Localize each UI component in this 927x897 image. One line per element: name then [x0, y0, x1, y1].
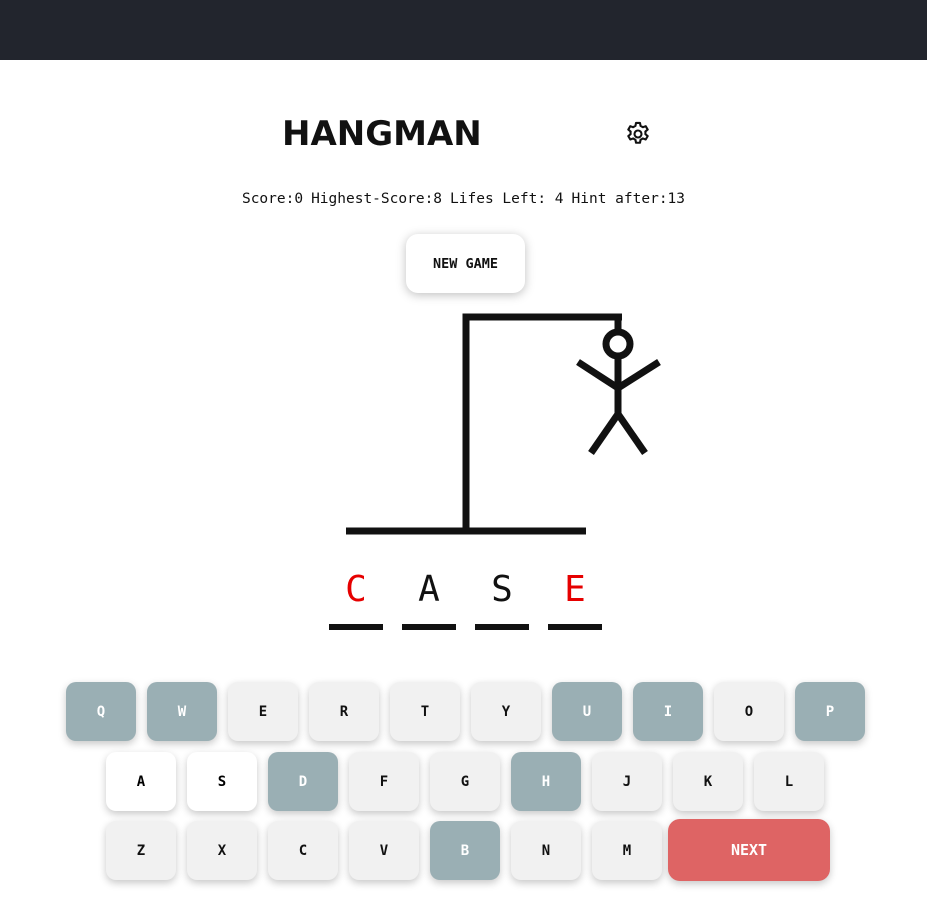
key-h[interactable]: H: [511, 752, 581, 811]
hangman-left-leg: [588, 412, 621, 455]
key-w[interactable]: W: [147, 682, 217, 741]
key-r[interactable]: R: [309, 682, 379, 741]
word-letter: A: [418, 569, 440, 610]
letter-underline: [402, 624, 456, 630]
key-a[interactable]: A: [106, 752, 176, 811]
key-i[interactable]: I: [633, 682, 703, 741]
letter-underline: [329, 624, 383, 630]
key-l[interactable]: L: [754, 752, 824, 811]
key-m[interactable]: M: [592, 821, 662, 880]
key-g[interactable]: G: [430, 752, 500, 811]
letter-underline: [475, 624, 529, 630]
key-v[interactable]: V: [349, 821, 419, 880]
key-k[interactable]: K: [673, 752, 743, 811]
key-u[interactable]: U: [552, 682, 622, 741]
key-x[interactable]: X: [187, 821, 257, 880]
key-d[interactable]: D: [268, 752, 338, 811]
key-n[interactable]: N: [511, 821, 581, 880]
next-button[interactable]: NEXT: [668, 819, 830, 881]
key-s[interactable]: S: [187, 752, 257, 811]
key-q[interactable]: Q: [66, 682, 136, 741]
word-letter: S: [491, 569, 513, 610]
key-b[interactable]: B: [430, 821, 500, 880]
key-t[interactable]: T: [390, 682, 460, 741]
word-letter: C: [345, 569, 367, 610]
key-e[interactable]: E: [228, 682, 298, 741]
hangman-left-arm: [576, 359, 620, 391]
hangman-head: [602, 328, 634, 360]
word-letter: E: [564, 569, 586, 610]
hangman-right-leg: [615, 412, 648, 455]
key-z[interactable]: Z: [106, 821, 176, 880]
key-c[interactable]: C: [268, 821, 338, 880]
key-j[interactable]: J: [592, 752, 662, 811]
key-p[interactable]: P: [795, 682, 865, 741]
letter-underline: [548, 624, 602, 630]
key-f[interactable]: F: [349, 752, 419, 811]
key-y[interactable]: Y: [471, 682, 541, 741]
key-o[interactable]: O: [714, 682, 784, 741]
hangman-right-arm: [616, 359, 661, 391]
